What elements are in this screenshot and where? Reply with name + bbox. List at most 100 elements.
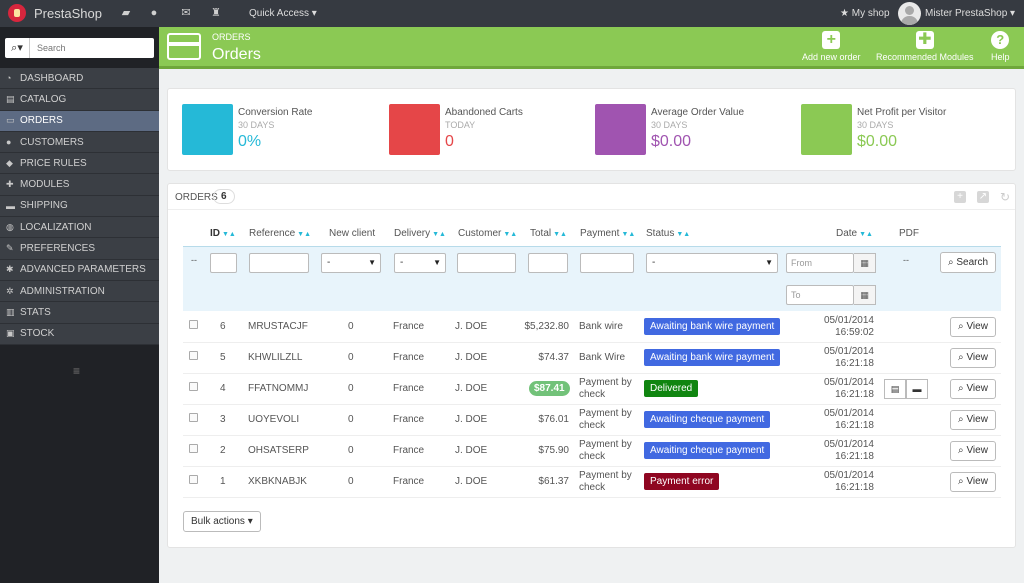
- add-new-order-button[interactable]: + Add new order: [802, 31, 861, 62]
- table-row[interactable]: 1 XKBKNABJK 0 France J. DOE $61.37 Payment by c…: [183, 467, 1001, 498]
- question-icon: ?: [991, 31, 1010, 49]
- table-row[interactable]: 2 OHSATSERP 0 France J. DOE $75.90 Payment by c…: [183, 436, 1001, 467]
- sort-icon[interactable]: ▼▲: [297, 231, 311, 238]
- kpi-card[interactable]: Average Order Value 30 DAYS $0.00: [595, 104, 795, 156]
- sidebar-item-modules[interactable]: ✚ MODULES: [0, 174, 159, 196]
- sidebar-item-catalog[interactable]: ▤ CATALOG: [0, 89, 159, 111]
- sidebar-item-advanced-parameters[interactable]: ✱ ADVANCED PARAMETERS: [0, 259, 159, 281]
- table-row[interactable]: 3 UOYEVOLI 0 France J. DOE $76.01 Payment by ch…: [183, 405, 1001, 436]
- row-checkbox[interactable]: [189, 320, 198, 329]
- column-status[interactable]: Status ▼▲: [646, 228, 690, 239]
- column-total[interactable]: Total ▼▲: [530, 228, 567, 239]
- puzzle-icon: ✚: [915, 31, 934, 49]
- order-id: 3: [220, 414, 226, 425]
- collapse-menu-icon[interactable]: ≡: [73, 364, 80, 378]
- sort-icon[interactable]: ▼▲: [553, 231, 567, 238]
- row-checkbox[interactable]: [189, 444, 198, 453]
- filter-customer-input[interactable]: [457, 253, 516, 273]
- kpi-panel: Conversion Rate 30 DAYS 0% Abandoned Carts T…: [167, 88, 1016, 171]
- trophy-icon[interactable]: ♜: [209, 7, 223, 20]
- export-icon[interactable]: ↗: [977, 191, 989, 203]
- column-payment[interactable]: Payment ▼▲: [580, 228, 635, 239]
- filter-total-input[interactable]: [528, 253, 568, 273]
- quick-access-menu[interactable]: Quick Access ▾: [249, 8, 317, 19]
- kpi-card[interactable]: Conversion Rate 30 DAYS 0%: [182, 104, 382, 156]
- sidebar-item-label: DASHBOARD: [20, 72, 84, 84]
- select-value: -: [327, 257, 331, 268]
- invoice-pdf-button[interactable]: ▤: [884, 379, 906, 399]
- filter-new-client-select[interactable]: - ▼: [321, 253, 381, 273]
- filter-id-input[interactable]: [210, 253, 237, 273]
- filter-payment-input[interactable]: [580, 253, 634, 273]
- filter-delivery-select[interactable]: - ▼: [394, 253, 446, 273]
- row-checkbox[interactable]: [189, 475, 198, 484]
- view-button[interactable]: ⌕ View: [950, 348, 996, 368]
- recommended-modules-button[interactable]: ✚ Recommended Modules: [876, 31, 974, 62]
- sidebar-item-shipping[interactable]: ▬ SHIPPING: [0, 195, 159, 218]
- view-button[interactable]: ⌕ View: [950, 317, 996, 337]
- date-value: 05/01/2014: [823, 439, 874, 450]
- order-delivery: France: [393, 476, 425, 487]
- row-checkbox[interactable]: [189, 351, 198, 360]
- column-reference[interactable]: Reference ▼▲: [249, 228, 311, 239]
- envelope-icon[interactable]: ✉: [179, 7, 193, 20]
- payment-line: check: [579, 451, 606, 462]
- kpi-card[interactable]: Net Profit per Visitor 30 DAYS $0.00: [801, 104, 1001, 156]
- calendar-icon[interactable]: ▦: [854, 253, 876, 273]
- column-customer[interactable]: Customer ▼▲: [458, 228, 517, 239]
- sort-icon[interactable]: ▼▲: [503, 231, 517, 238]
- calendar-icon[interactable]: ▦: [854, 285, 876, 305]
- column-payment-label: Payment: [580, 228, 620, 239]
- sort-icon[interactable]: ▼▲: [222, 231, 236, 238]
- add-new-order-label: Add new order: [802, 52, 861, 62]
- sidebar-item-orders[interactable]: ▭ ORDERS: [0, 110, 159, 132]
- filter-status-select[interactable]: - ▼: [646, 253, 778, 273]
- payment-line: Payment by: [579, 408, 632, 419]
- sidebar-item-price-rules[interactable]: ◆ PRICE RULES: [0, 153, 159, 175]
- sort-icon[interactable]: ▼▲: [432, 231, 446, 238]
- help-button[interactable]: ? Help: [991, 31, 1010, 62]
- filter-date-to-input[interactable]: To: [786, 285, 854, 305]
- breadcrumb[interactable]: ORDERS: [212, 32, 251, 42]
- column-id[interactable]: ID ▼▲: [210, 228, 236, 239]
- table-row[interactable]: 5 KHWLILZLL 0 France J. DOE $74.37 Bank Wire Aw…: [183, 343, 1001, 374]
- filter-row: -- - ▼ - ▼ - ▼ From ▦ To ▦ -- ⌕ Search: [183, 246, 1001, 311]
- filter-date-from-input[interactable]: From: [786, 253, 854, 273]
- customer-icon[interactable]: ●: [147, 7, 161, 20]
- row-checkbox[interactable]: [189, 382, 198, 391]
- view-button[interactable]: ⌕ View: [950, 379, 996, 399]
- avatar[interactable]: [898, 2, 921, 25]
- brand-logo[interactable]: PrestaShop: [8, 4, 102, 22]
- sidebar-item-stock[interactable]: ▣ STOCK: [0, 323, 159, 345]
- table-row[interactable]: 6 MRUSTACJF 0 France J. DOE $5,232.80 Bank wir…: [183, 312, 1001, 343]
- bulk-actions-button[interactable]: Bulk actions ▾: [183, 511, 261, 532]
- search-type-button[interactable]: ⌕▾: [5, 38, 30, 58]
- refresh-icon[interactable]: ↻: [999, 191, 1011, 203]
- view-button[interactable]: ⌕ View: [950, 410, 996, 430]
- filter-reference-input[interactable]: [249, 253, 309, 273]
- my-shop-link[interactable]: ★ My shop: [840, 8, 890, 19]
- search-filter-button[interactable]: ⌕ Search: [940, 252, 997, 273]
- sort-icon[interactable]: ▼▲: [859, 231, 873, 238]
- sort-icon[interactable]: ▼▲: [676, 231, 690, 238]
- table-row[interactable]: 4 FFATNOMMJ 0 France J. DOE $87.41 Payment by c…: [183, 374, 1001, 405]
- sidebar-item-localization[interactable]: ◍ LOCALIZATION: [0, 217, 159, 239]
- delivery-slip-button[interactable]: ▬: [906, 379, 928, 399]
- view-button[interactable]: ⌕ View: [950, 441, 996, 461]
- column-delivery[interactable]: Delivery ▼▲: [394, 228, 446, 239]
- row-checkbox[interactable]: [189, 413, 198, 422]
- add-icon[interactable]: +: [954, 191, 966, 203]
- sidebar-item-dashboard[interactable]: ◔ DASHBOARD: [0, 68, 159, 90]
- sort-icon[interactable]: ▼▲: [621, 231, 635, 238]
- kpi-card[interactable]: Abandoned Carts TODAY 0: [389, 104, 589, 156]
- search-input[interactable]: [30, 38, 154, 58]
- cart-icon[interactable]: ▰: [119, 7, 133, 20]
- sidebar-item-customers[interactable]: ● CUSTOMERS: [0, 131, 159, 154]
- cart-icon: [389, 104, 440, 155]
- sidebar-item-administration[interactable]: ✲ ADMINISTRATION: [0, 280, 159, 303]
- view-button[interactable]: ⌕ View: [950, 472, 996, 492]
- user-menu[interactable]: Mister PrestaShop ▾: [925, 8, 1015, 19]
- column-date[interactable]: Date ▼▲: [836, 228, 873, 239]
- sidebar-item-stats[interactable]: ▥ STATS: [0, 302, 159, 324]
- sidebar-item-preferences[interactable]: ✎ PREFERENCES: [0, 238, 159, 260]
